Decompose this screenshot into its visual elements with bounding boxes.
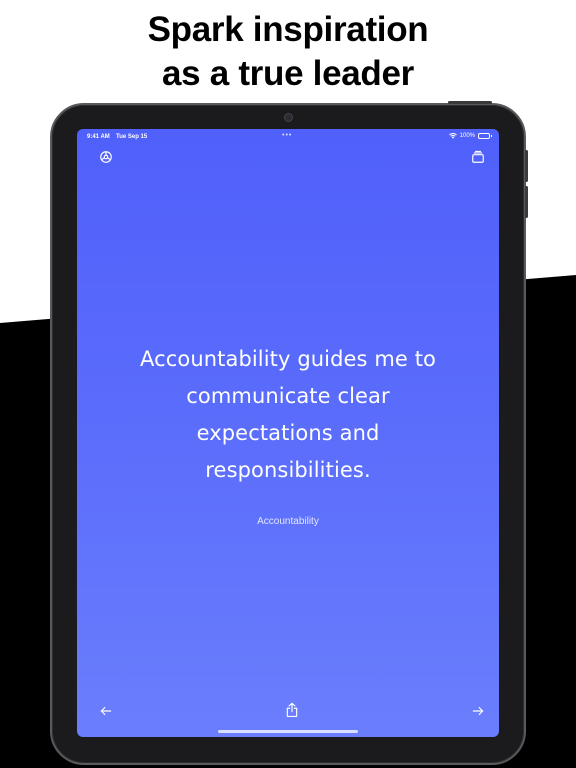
status-right: 100%	[448, 133, 492, 139]
volume-up-button	[525, 150, 528, 182]
stacked-cards-icon[interactable]	[470, 149, 486, 165]
volume-down-button	[525, 186, 528, 218]
multitasking-dots: •••	[282, 132, 293, 139]
battery-icon	[478, 133, 492, 139]
status-bar: 9:41 AM Tue Sep 15 ••• 100%	[77, 129, 499, 145]
headline-line-1: Spark inspiration	[147, 10, 429, 49]
battery-percent: 100%	[459, 133, 475, 139]
status-date: Tue Sep 15	[116, 134, 148, 140]
arrow-left-icon[interactable]	[97, 702, 115, 720]
share-icon[interactable]	[283, 701, 301, 719]
gear-icon[interactable]	[98, 149, 114, 165]
home-indicator[interactable]	[218, 730, 358, 733]
headline-line-2: as a true leader	[161, 54, 414, 93]
power-button	[448, 101, 492, 104]
status-time: 9:41 AM	[87, 134, 110, 140]
app-screen: 9:41 AM Tue Sep 15 ••• 100% Accountabili…	[77, 129, 499, 737]
promo-stage: Spark inspiration as a true leader 9:41 …	[0, 0, 576, 768]
wifi-icon	[448, 133, 457, 139]
marketing-headline: Spark inspiration as a true leader	[0, 8, 576, 96]
arrow-right-icon[interactable]	[469, 702, 487, 720]
quote-text: Accountability guides me to communicate …	[139, 347, 436, 482]
front-camera	[284, 113, 293, 122]
quote-category: Accountability	[257, 516, 319, 527]
